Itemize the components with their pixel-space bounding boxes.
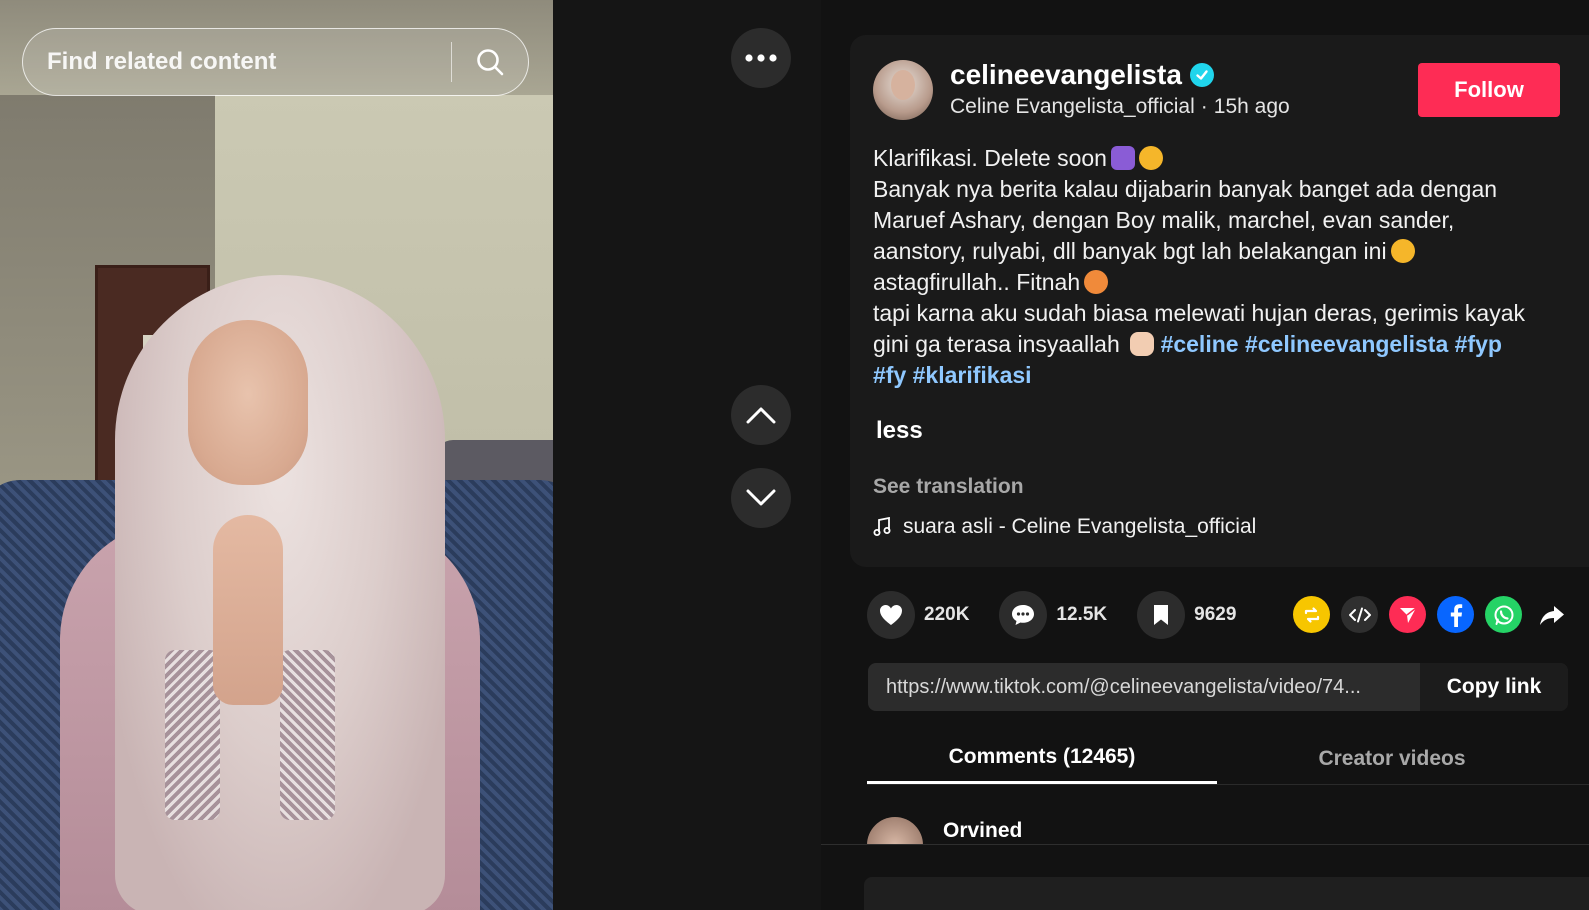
video-robe-trim-right [280, 650, 335, 820]
tab-creator-videos[interactable]: Creator videos [1217, 733, 1567, 784]
facebook-icon[interactable] [1437, 596, 1474, 633]
copy-link-button[interactable]: Copy link [1420, 663, 1568, 711]
chevron-up-icon [746, 407, 776, 424]
chevron-down-icon [746, 489, 776, 506]
sound-link[interactable]: suara asli - Celine Evangelista_official [873, 515, 1256, 539]
display-name: Celine Evangelista_official [950, 95, 1195, 118]
author-subline: Celine Evangelista_official · 15h ago [950, 95, 1290, 119]
music-note-icon [873, 517, 891, 536]
author-username[interactable]: celineevangelista [950, 59, 1214, 91]
open-hands-emoji-icon [1130, 332, 1155, 356]
hashtag-link[interactable]: #klarifikasi [913, 362, 1032, 388]
video-url-field[interactable]: https://www.tiktok.com/@celineevangelist… [868, 676, 1420, 699]
search-icon [477, 49, 504, 76]
more-icon [745, 54, 777, 62]
hashtag-link[interactable]: #fy [873, 362, 906, 388]
comment-avatar[interactable] [867, 817, 923, 845]
tiktok-video-page: Find related content celineevangelista C… [0, 0, 1589, 910]
share-arrow-icon[interactable] [1533, 596, 1570, 633]
hashtag-link[interactable]: #celineevangelista [1245, 331, 1448, 357]
share-options [1293, 596, 1570, 633]
description-line: tapi karna aku sudah biasa melewati huja… [873, 300, 1526, 326]
hashtag-link[interactable]: #celine [1161, 331, 1239, 357]
comment-button[interactable]: 12.5K [999, 591, 1107, 639]
description-line: Klarifikasi. Delete soon [873, 143, 1573, 174]
whatsapp-icon[interactable] [1485, 596, 1522, 633]
next-video-button[interactable] [731, 468, 791, 528]
engagement-stats: 220K 12.5K 9629 [867, 591, 1266, 639]
crying-emoji-icon [1084, 270, 1109, 294]
share-link-box: https://www.tiktok.com/@celineevangelist… [868, 663, 1568, 711]
comment-icon [1012, 605, 1035, 625]
comment-author[interactable]: Orvined [943, 819, 1022, 843]
favorite-button[interactable]: 9629 [1137, 591, 1236, 639]
video-face [188, 320, 308, 485]
search-bar: Find related content [22, 28, 529, 96]
comment-input-area[interactable] [864, 877, 1589, 910]
more-options-button[interactable] [731, 28, 791, 88]
embed-icon[interactable] [1341, 596, 1378, 633]
search-button[interactable] [452, 29, 528, 95]
like-count: 220K [924, 604, 970, 625]
see-translation-link[interactable]: See translation [873, 475, 1024, 499]
bookmark-icon [1154, 605, 1169, 625]
previous-video-button[interactable] [731, 385, 791, 445]
description-line: #fy #klarifikasi [873, 360, 1573, 391]
video-nav-column [553, 0, 821, 910]
details-panel: celineevangelista Celine Evangelista_off… [821, 0, 1589, 910]
repost-icon[interactable] [1293, 596, 1330, 633]
sweat-smile-emoji-icon [1390, 239, 1415, 263]
halo-smile-emoji-icon [1138, 146, 1163, 170]
video-praying-hands [213, 515, 283, 705]
hashtag-link[interactable]: #fyp [1455, 331, 1502, 357]
praying-hands-emoji-icon [1110, 146, 1135, 170]
video-robe-trim-left [165, 650, 220, 820]
username-text[interactable]: celineevangelista [950, 59, 1182, 91]
post-info-card: celineevangelista Celine Evangelista_off… [850, 35, 1589, 567]
less-toggle[interactable]: less [876, 417, 923, 445]
description-line: gini ga terasa insyaallah #celine #celin… [873, 331, 1502, 357]
search-input[interactable]: Find related content [23, 29, 451, 95]
description-line: Banyak nya berita kalau dijabarin banyak… [873, 176, 1498, 202]
panel-tabs: Comments (12465) Creator videos [867, 733, 1589, 785]
avatar[interactable] [873, 60, 933, 120]
heart-icon [880, 605, 902, 625]
send-icon[interactable] [1389, 596, 1426, 633]
verified-icon [1189, 63, 1214, 87]
post-description: Klarifikasi. Delete soon Banyak nya beri… [873, 143, 1573, 391]
divider [821, 844, 1589, 845]
tab-comments[interactable]: Comments (12465) [867, 733, 1217, 784]
description-line: Maruef Ashary, dengan Boy malik, marchel… [873, 207, 1455, 233]
follow-button[interactable]: Follow [1418, 63, 1560, 117]
comment-item: Orvined [867, 817, 1022, 845]
post-time: 15h ago [1213, 95, 1290, 118]
description-line: astagfirullah.. Fitnah [873, 267, 1573, 298]
video-player[interactable]: Find related content [0, 0, 560, 910]
sound-name: suara asli - Celine Evangelista_official [903, 515, 1257, 538]
separator-dot: · [1200, 95, 1208, 118]
comment-count: 12.5K [1056, 604, 1108, 625]
description-line: aanstory, rulyabi, dll banyak bgt lah be… [873, 236, 1573, 267]
like-button[interactable]: 220K [867, 591, 969, 639]
save-count: 9629 [1194, 604, 1237, 625]
